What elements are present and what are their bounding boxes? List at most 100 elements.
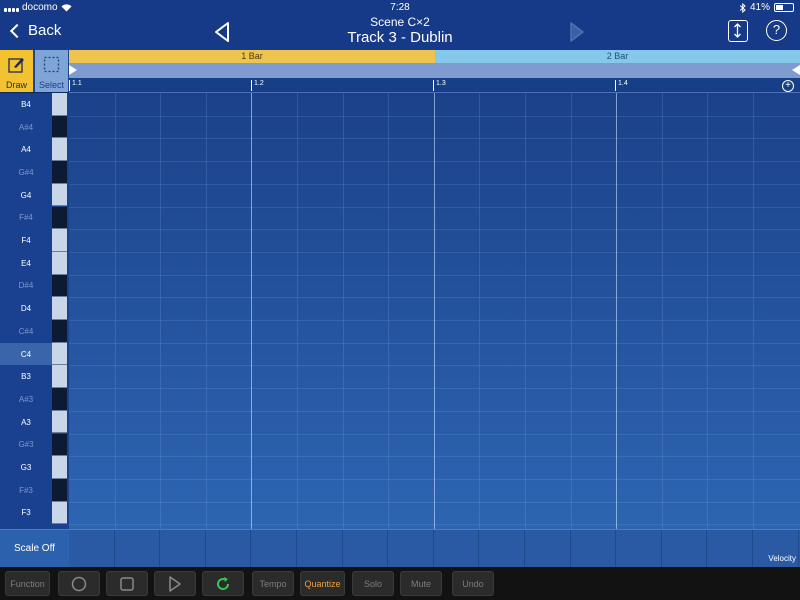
piano-key-g4[interactable]: G4 bbox=[0, 184, 52, 207]
piano-key-a-sharp-3[interactable]: A#3 bbox=[0, 388, 52, 411]
piano-key-f4[interactable]: F4 bbox=[0, 229, 52, 252]
select-tool-label: Select bbox=[38, 80, 64, 90]
status-right: 41% bbox=[739, 2, 794, 13]
battery-icon bbox=[774, 3, 794, 12]
quantize-button[interactable]: Quantize bbox=[300, 571, 345, 596]
loop-range-strip[interactable] bbox=[69, 63, 800, 78]
piano-key-b4[interactable]: B4 bbox=[0, 93, 52, 116]
piano-key-c4[interactable]: C4 bbox=[0, 342, 52, 366]
grid-step-line bbox=[661, 93, 663, 529]
velocity-cell[interactable] bbox=[297, 530, 343, 568]
grid-step-line bbox=[479, 93, 481, 529]
marquee-select-icon bbox=[43, 56, 60, 73]
grid-step-line bbox=[753, 93, 754, 529]
piano-key-swatch bbox=[52, 365, 67, 389]
bottom-toolbar: Function Tempo Quantize Solo Mute Undo bbox=[0, 567, 800, 600]
bar-2[interactable]: 2 Bar bbox=[435, 50, 800, 63]
piano-key-a-sharp-4[interactable]: A#4 bbox=[0, 116, 52, 139]
piano-key-swatch bbox=[52, 297, 67, 320]
piano-key-f3[interactable]: F3 bbox=[0, 502, 52, 525]
mute-button[interactable]: Mute bbox=[400, 571, 442, 596]
piano-key-swatch bbox=[52, 456, 67, 479]
piano-key-a4[interactable]: A4 bbox=[0, 138, 52, 161]
track-title: Track 3 - Dublin bbox=[347, 29, 453, 46]
grid-step-line bbox=[160, 93, 162, 529]
stop-button[interactable] bbox=[106, 571, 148, 596]
nav-bar: Back Scene C×2 Track 3 - Dublin ? bbox=[0, 16, 800, 50]
grid-step-line bbox=[205, 93, 207, 529]
velocity-cell[interactable] bbox=[160, 530, 206, 568]
velocity-cell[interactable] bbox=[343, 530, 389, 568]
piano-key-swatch bbox=[52, 478, 67, 502]
grid-beat-line bbox=[433, 93, 435, 529]
bar-1[interactable]: 1 Bar bbox=[69, 50, 435, 63]
grid-beat-line bbox=[251, 93, 253, 529]
beat-marker: 1.2 bbox=[251, 80, 264, 91]
velocity-cell[interactable] bbox=[662, 530, 708, 568]
piano-key-f-sharp-3[interactable]: F#3 bbox=[0, 479, 52, 502]
piano-key-swatch bbox=[52, 206, 67, 230]
piano-key-swatch bbox=[52, 342, 67, 366]
grid-step-line bbox=[342, 93, 344, 529]
piano-key-c-sharp-4[interactable]: C#4 bbox=[0, 320, 52, 343]
next-scene-button[interactable] bbox=[568, 21, 586, 43]
loop-start-handle[interactable] bbox=[69, 65, 77, 75]
piano-key-d4[interactable]: D4 bbox=[0, 297, 52, 320]
expand-view-button[interactable] bbox=[728, 20, 748, 42]
function-button[interactable]: Function bbox=[5, 571, 50, 596]
velocity-lane[interactable]: Velocity bbox=[69, 529, 800, 568]
velocity-cell[interactable] bbox=[525, 530, 571, 568]
piano-key-g-sharp-3[interactable]: G#3 bbox=[0, 434, 52, 457]
help-button[interactable]: ? bbox=[766, 20, 787, 41]
piano-key-row: G3 bbox=[0, 456, 69, 479]
draw-tool-button[interactable]: Draw bbox=[0, 50, 33, 92]
play-button[interactable] bbox=[154, 571, 196, 596]
velocity-cell[interactable] bbox=[707, 530, 753, 568]
piano-key-row: D#4 bbox=[0, 274, 69, 298]
piano-key-row: F#4 bbox=[0, 206, 69, 230]
bar-header: 1 Bar 2 Bar bbox=[69, 50, 800, 63]
tempo-button[interactable]: Tempo bbox=[252, 571, 294, 596]
select-tool-button[interactable]: Select bbox=[35, 50, 68, 92]
scale-button[interactable]: Scale Off bbox=[0, 529, 69, 567]
velocity-cell[interactable] bbox=[388, 530, 434, 568]
velocity-cell[interactable] bbox=[206, 530, 252, 568]
piano-key-e4[interactable]: E4 bbox=[0, 252, 52, 275]
velocity-cell[interactable] bbox=[571, 530, 617, 568]
piano-key-f-sharp-4[interactable]: F#4 bbox=[0, 207, 52, 230]
piano-key-row: A#4 bbox=[0, 115, 69, 139]
undo-button[interactable]: Undo bbox=[452, 571, 494, 596]
piano-key-row: A4 bbox=[0, 138, 69, 162]
piano-key-g3[interactable]: G3 bbox=[0, 456, 52, 479]
add-bar-button[interactable]: + bbox=[782, 80, 794, 92]
velocity-cell[interactable] bbox=[251, 530, 297, 568]
piano-key-swatch bbox=[52, 161, 67, 184]
piano-key-swatch bbox=[52, 138, 67, 162]
piano-roll-editor: docomo 7:28 41% Back Scene C×2 Track 3 -… bbox=[0, 0, 800, 600]
piano-key-row: G4 bbox=[0, 183, 69, 207]
piano-key-a3[interactable]: A3 bbox=[0, 411, 52, 434]
edit-tools: Draw Select bbox=[0, 50, 69, 92]
velocity-cell[interactable] bbox=[616, 530, 662, 568]
beat-marker: 1.3 bbox=[433, 80, 446, 91]
nav-title: Scene C×2 Track 3 - Dublin bbox=[250, 16, 550, 47]
grid-step-line bbox=[388, 93, 390, 529]
loop-button[interactable] bbox=[202, 571, 244, 596]
piano-key-b3[interactable]: B3 bbox=[0, 365, 52, 388]
velocity-cell[interactable] bbox=[479, 530, 525, 568]
back-button[interactable]: Back bbox=[8, 22, 61, 39]
velocity-cell[interactable] bbox=[115, 530, 161, 568]
piano-key-g-sharp-4[interactable]: G#4 bbox=[0, 161, 52, 184]
piano-key-d-sharp-4[interactable]: D#4 bbox=[0, 275, 52, 298]
loop-end-handle[interactable] bbox=[792, 65, 800, 75]
piano-key-swatch bbox=[52, 229, 67, 252]
velocity-cell[interactable] bbox=[69, 530, 115, 568]
note-grid[interactable] bbox=[69, 93, 800, 529]
piano-key-row: C#4 bbox=[0, 320, 69, 343]
solo-button[interactable]: Solo bbox=[352, 571, 394, 596]
piano-key-swatch bbox=[52, 388, 67, 411]
previous-scene-button[interactable] bbox=[213, 21, 231, 43]
velocity-cell[interactable] bbox=[434, 530, 480, 568]
piano-keyboard: B4 A#4 A4 G#4 G4 F#4 F4 E4 D#4 D4 C#4 C4 B3 A#3 A3 G#3 G… bbox=[0, 93, 69, 529]
record-button[interactable] bbox=[58, 571, 100, 596]
